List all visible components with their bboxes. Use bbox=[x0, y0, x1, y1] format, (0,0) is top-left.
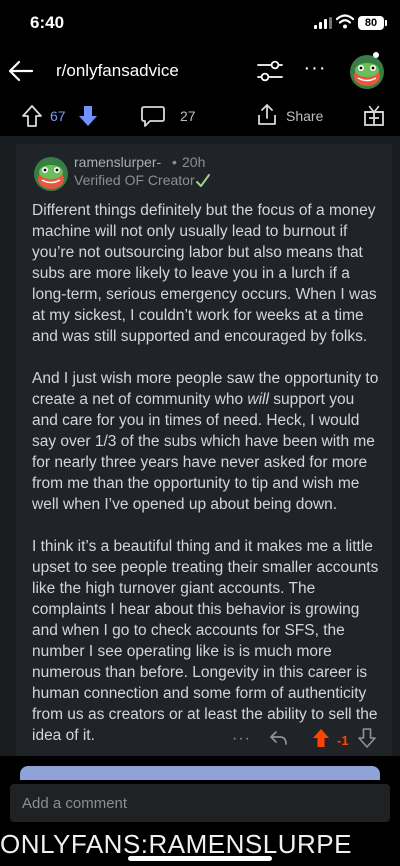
comment-thread: ramenslurper- • 20h Verified OF Creator … bbox=[0, 136, 400, 756]
post-vote-count: 67 bbox=[50, 108, 66, 124]
battery-tip bbox=[385, 20, 387, 26]
post-action-bar: 67 27 Share bbox=[0, 96, 400, 136]
comment-author[interactable]: ramenslurper- bbox=[74, 154, 161, 170]
comment-more-icon[interactable]: ··· bbox=[232, 730, 251, 748]
wifi-icon bbox=[336, 14, 354, 29]
status-time: 6:40 bbox=[30, 13, 65, 32]
reply-arrow-icon[interactable] bbox=[268, 729, 288, 747]
meta-separator: • bbox=[172, 154, 177, 170]
add-comment-field[interactable]: Add a comment bbox=[10, 784, 390, 822]
share-icon[interactable] bbox=[256, 103, 278, 127]
cellular-signal-icon bbox=[314, 17, 332, 29]
home-indicator[interactable] bbox=[128, 856, 272, 861]
award-gift-icon[interactable] bbox=[362, 103, 386, 127]
user-avatar[interactable] bbox=[348, 50, 386, 90]
downvote-icon[interactable] bbox=[76, 104, 100, 128]
comment-body: Different things definitely but the focu… bbox=[32, 200, 384, 767]
battery-icon: 80 bbox=[358, 16, 384, 30]
commenter-avatar[interactable] bbox=[32, 154, 70, 192]
bottom-area: Add a comment ONLYFANS:RAMENSLURPE bbox=[0, 756, 400, 866]
comment-paragraph: Different things definitely but the focu… bbox=[32, 202, 377, 345]
more-options-icon[interactable]: ··· bbox=[300, 58, 330, 84]
user-flair: Verified OF Creator bbox=[74, 172, 195, 188]
subreddit-title[interactable]: r/onlyfansadvice bbox=[56, 61, 179, 81]
verified-check-icon bbox=[196, 174, 210, 187]
filter-sliders-icon[interactable] bbox=[256, 58, 284, 84]
nav-bar: r/onlyfansadvice ··· bbox=[0, 46, 400, 96]
add-comment-placeholder: Add a comment bbox=[22, 795, 128, 812]
next-card-peek bbox=[20, 766, 380, 780]
comment-score: -1 bbox=[337, 733, 349, 748]
comment-upvote-icon[interactable] bbox=[312, 728, 330, 748]
post-comment-count[interactable]: 27 bbox=[180, 108, 196, 124]
comment-bubble-icon[interactable] bbox=[140, 104, 166, 128]
emphasis-text: will bbox=[247, 391, 269, 408]
comment-card: ramenslurper- • 20h Verified OF Creator … bbox=[16, 144, 392, 756]
comment-paragraph: I think it’s a beautiful thing and it ma… bbox=[32, 538, 379, 744]
battery-level: 80 bbox=[364, 17, 378, 29]
back-arrow-icon[interactable] bbox=[6, 56, 36, 86]
comment-downvote-icon[interactable] bbox=[358, 728, 376, 748]
status-bar: 6:40 80 bbox=[0, 0, 400, 46]
upvote-icon[interactable] bbox=[20, 104, 44, 128]
comment-paragraph: And I just wish more people saw the oppo… bbox=[32, 370, 379, 513]
comment-timestamp: 20h bbox=[182, 154, 206, 170]
share-button[interactable]: Share bbox=[286, 108, 323, 124]
